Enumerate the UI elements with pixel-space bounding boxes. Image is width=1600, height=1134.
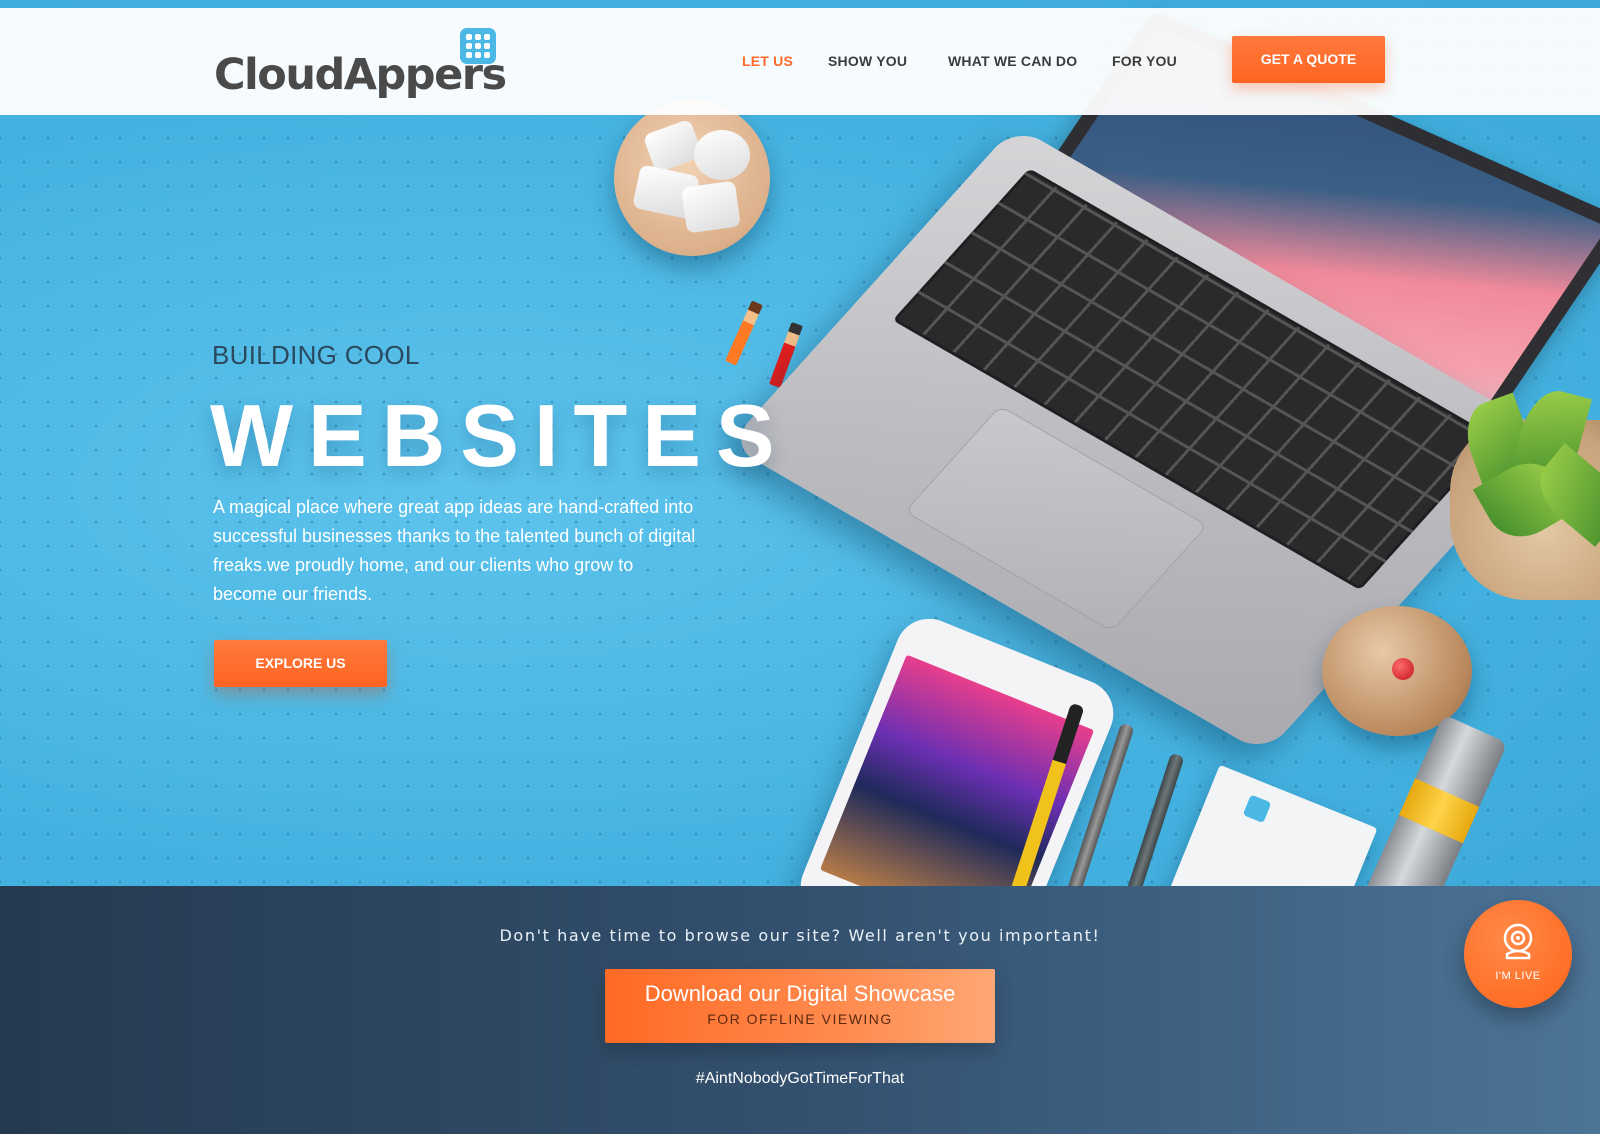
webcam-icon xyxy=(1503,923,1533,960)
nav-item-what-we-can-do[interactable]: WHAT WE CAN DO xyxy=(948,53,1077,69)
hashtag-text: #AintNobodyGotTimeForThat xyxy=(695,1070,905,1087)
plant-image xyxy=(1450,383,1600,600)
hero-eyebrow: BUILDING COOL xyxy=(212,340,420,370)
nav-item-for-you[interactable]: FOR YOU xyxy=(1112,53,1177,69)
hero-headline: WEBSITES xyxy=(210,386,790,485)
nav-item-show-you[interactable]: SHOW YOU xyxy=(828,53,907,69)
explore-us-button[interactable]: EXPLORE US xyxy=(214,640,387,687)
hero-body-text: A magical place where great app ideas ar… xyxy=(213,497,696,604)
download-showcase-button[interactable]: Download our Digital Showcase FOR OFFLIN… xyxy=(605,969,995,1043)
download-button-title: Download our Digital Showcase xyxy=(644,981,956,1006)
site-header: CloudAppers LET US SHOW YOU WHAT WE CAN … xyxy=(0,8,1600,115)
eraser-bowl-image xyxy=(614,100,770,256)
get-a-quote-button[interactable]: GET A QUOTE xyxy=(1232,36,1385,83)
live-chat-label: I'M LIVE xyxy=(1495,970,1541,982)
band-lead-text: Don't have time to browse our site? Well… xyxy=(499,926,1101,945)
paint-tube-image xyxy=(1362,714,1508,886)
live-chat-button[interactable]: I'M LIVE xyxy=(1464,900,1572,1008)
download-band: Don't have time to browse our site? Well… xyxy=(0,886,1600,1134)
notebook-image xyxy=(1152,764,1378,886)
nav-item-let-us[interactable]: LET US xyxy=(742,53,793,69)
hero-section: BUILDING COOL WEBSITES A magical place w… xyxy=(0,0,1600,886)
download-button-subtitle: FOR OFFLINE VIEWING xyxy=(707,1011,893,1027)
